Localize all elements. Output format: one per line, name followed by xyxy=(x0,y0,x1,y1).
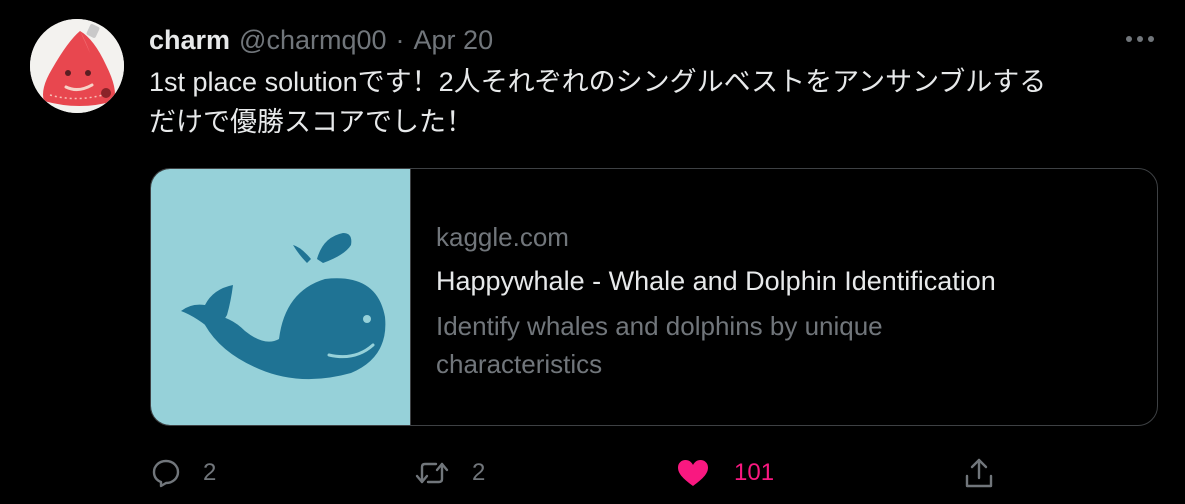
reply-icon xyxy=(152,459,180,488)
link-card[interactable]: kaggle.com Happywhale - Whale and Dolphi… xyxy=(150,168,1158,426)
user-handle[interactable]: @charmq00 xyxy=(239,25,386,56)
heart-icon xyxy=(678,460,708,486)
tweet-text-line: だけで優勝スコアでした！ xyxy=(149,107,473,137)
tweet[interactable]: charm @charmq00 · Apr 20 1st place solut… xyxy=(0,0,1185,504)
retweet-count: 2 xyxy=(472,459,486,486)
tweet-date[interactable]: Apr 20 xyxy=(414,25,494,56)
separator-dot: · xyxy=(395,24,405,55)
card-domain: kaggle.com xyxy=(436,222,569,252)
like-count: 101 xyxy=(734,459,775,486)
retweet-icon xyxy=(415,462,449,484)
tweet-text: 1st place solutionです！2人それぞれのシングルベストをアンサン… xyxy=(149,62,1159,142)
tweet-text-line: 1st place solutionです！2人それぞれのシングルベストをアンサン… xyxy=(149,67,1047,97)
retweet-button[interactable]: 2 xyxy=(414,453,485,493)
more-dots-icon xyxy=(1126,36,1154,42)
display-name[interactable]: charm xyxy=(149,25,230,56)
reply-button[interactable]: 2 xyxy=(151,453,216,493)
card-text: kaggle.com Happywhale - Whale and Dolphi… xyxy=(411,169,996,425)
avatar-image xyxy=(30,19,124,113)
card-title: Happywhale - Whale and Dolphin Identific… xyxy=(436,266,996,296)
tweet-header: charm @charmq00 · Apr 20 xyxy=(149,22,493,58)
reply-count: 2 xyxy=(203,459,217,486)
card-image xyxy=(151,169,411,425)
more-options-button[interactable] xyxy=(1123,27,1157,51)
card-description: Identify whales and dolphins by unique c… xyxy=(436,311,883,379)
avatar[interactable] xyxy=(30,19,124,113)
tweet-actions: 2 2 101 xyxy=(0,453,1185,493)
share-icon xyxy=(965,458,993,488)
share-button[interactable] xyxy=(963,453,995,493)
whale-logo-icon xyxy=(180,233,385,380)
like-button[interactable]: 101 xyxy=(676,453,774,493)
